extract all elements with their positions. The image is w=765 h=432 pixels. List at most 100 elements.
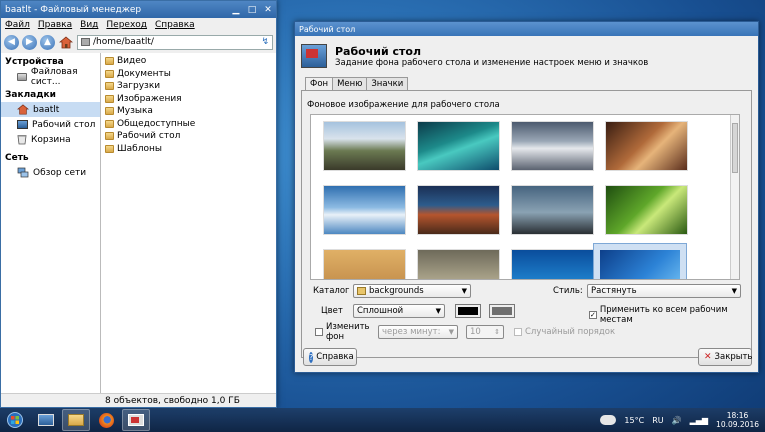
sidebar-item-network[interactable]: Обзор сети bbox=[1, 165, 100, 180]
wallpaper-thumb-selected[interactable] bbox=[593, 243, 687, 279]
forward-button[interactable]: ▶ bbox=[22, 34, 37, 50]
monitor-icon bbox=[38, 414, 54, 426]
close-icon: ✕ bbox=[704, 352, 712, 362]
window-title: baatlt - Файловый менеджер bbox=[5, 4, 142, 15]
desktop-icon bbox=[301, 44, 327, 68]
network-icon[interactable]: ▂▄▆ bbox=[690, 416, 708, 425]
wallpaper-preview bbox=[600, 250, 680, 279]
dialog-subheading: Задание фона рабочего стола и изменение … bbox=[335, 57, 649, 68]
taskbar-settings[interactable] bbox=[122, 409, 150, 431]
network-icon bbox=[17, 167, 29, 178]
sidebar-item-label: Обзор сети bbox=[33, 167, 87, 178]
clock[interactable]: 18:16 10.09.2016 bbox=[716, 411, 759, 429]
list-item[interactable]: Общедоступные bbox=[105, 118, 272, 131]
list-item[interactable]: Изображения bbox=[105, 93, 272, 106]
address-bar[interactable]: /home/baatlt/ ↯ bbox=[77, 34, 273, 50]
sidebar-item-home[interactable]: baatlt bbox=[1, 102, 100, 117]
date: 10.09.2016 bbox=[716, 420, 759, 429]
tab-menu[interactable]: Меню bbox=[332, 77, 368, 90]
apply-all-checkbox[interactable]: ✓ bbox=[589, 311, 597, 319]
chevron-down-icon: ▼ bbox=[461, 287, 467, 295]
folder-name: Общедоступные bbox=[117, 118, 196, 129]
list-item[interactable]: Шаблоны bbox=[105, 143, 272, 156]
interval-select[interactable]: через минут: ▼ bbox=[378, 325, 458, 339]
folder-icon bbox=[105, 94, 114, 103]
menu-help[interactable]: Справка bbox=[155, 20, 195, 30]
taskbar-file-manager[interactable] bbox=[62, 409, 90, 431]
weather-icon[interactable] bbox=[600, 415, 617, 425]
menu-view[interactable]: Вид bbox=[80, 20, 98, 30]
trash-icon bbox=[17, 135, 27, 145]
wallpaper-thumb[interactable] bbox=[511, 121, 594, 171]
back-button[interactable]: ◀ bbox=[4, 34, 19, 50]
interval-spinner[interactable]: 10 ⇕ bbox=[466, 325, 504, 339]
color-mode-select[interactable]: Сплошной ▼ bbox=[353, 304, 445, 318]
file-manager-titlebar[interactable]: baatlt - Файловый менеджер ▁ □ ✕ bbox=[1, 1, 276, 18]
volume-icon[interactable]: 🔊 bbox=[672, 416, 682, 425]
list-item[interactable]: Музыка bbox=[105, 105, 272, 118]
help-icon: ? bbox=[309, 351, 314, 363]
wallpaper-thumb[interactable] bbox=[323, 121, 406, 171]
dialog-header: Рабочий стол Задание фона рабочего стола… bbox=[295, 36, 758, 76]
dialog-window-title: Рабочий стол bbox=[299, 24, 356, 34]
start-button[interactable] bbox=[0, 409, 30, 431]
tab-icons[interactable]: Значки bbox=[366, 77, 409, 90]
maximize-icon[interactable]: □ bbox=[244, 2, 260, 17]
wallpaper-thumb[interactable] bbox=[323, 249, 406, 279]
help-button[interactable]: ? Справка bbox=[303, 348, 357, 366]
tab-bar: Фон Меню Значки bbox=[295, 76, 758, 90]
refresh-icon[interactable]: ↯ bbox=[261, 37, 269, 47]
wallpaper-thumb[interactable] bbox=[417, 185, 500, 235]
sidebar-item-desktop[interactable]: Рабочий стол bbox=[1, 117, 100, 132]
spinner-arrows-icon: ⇕ bbox=[494, 328, 500, 336]
home-button[interactable] bbox=[58, 35, 74, 50]
taskbar: 15°C RU 🔊 ▂▄▆ 18:16 10.09.2016 bbox=[0, 408, 765, 432]
random-order-checkbox[interactable] bbox=[514, 328, 522, 336]
arrow-right-icon: ▶ bbox=[26, 37, 33, 47]
catalog-select[interactable]: backgrounds ▼ bbox=[353, 284, 471, 298]
close-button[interactable]: ✕ Закрыть bbox=[698, 348, 752, 366]
color-mode-value: Сплошной bbox=[357, 306, 404, 316]
catalog-value: backgrounds bbox=[369, 286, 424, 296]
close-icon[interactable]: ✕ bbox=[260, 2, 276, 17]
wallpaper-thumb[interactable] bbox=[417, 249, 500, 279]
menu-go[interactable]: Переход bbox=[106, 20, 147, 30]
menu-file[interactable]: Файл bbox=[5, 20, 30, 30]
sidebar-item-filesystem[interactable]: Файловая сист... bbox=[1, 67, 100, 87]
system-tray: 15°C RU 🔊 ▂▄▆ 18:16 10.09.2016 bbox=[600, 411, 765, 429]
wallpaper-thumb[interactable] bbox=[417, 121, 500, 171]
folder-name: Загрузки bbox=[117, 81, 161, 92]
list-item[interactable]: Документы bbox=[105, 68, 272, 81]
folder-name: Видео bbox=[117, 56, 147, 67]
tab-background[interactable]: Фон bbox=[305, 77, 334, 90]
folder-icon bbox=[105, 57, 114, 66]
wallpaper-thumb[interactable] bbox=[511, 249, 594, 279]
style-select[interactable]: Растянуть ▼ bbox=[587, 284, 741, 298]
list-item[interactable]: Рабочий стол bbox=[105, 130, 272, 143]
gallery-scrollbar[interactable] bbox=[730, 115, 739, 279]
taskbar-desktop[interactable] bbox=[32, 409, 60, 431]
wallpaper-thumb[interactable] bbox=[605, 185, 688, 235]
change-bg-checkbox[interactable] bbox=[315, 328, 323, 336]
sidebar-item-trash[interactable]: Корзина bbox=[1, 132, 100, 147]
up-button[interactable]: ▲ bbox=[40, 34, 55, 50]
wallpaper-thumb[interactable] bbox=[511, 185, 594, 235]
taskbar-firefox[interactable] bbox=[92, 409, 120, 431]
folder-icon bbox=[105, 69, 114, 78]
list-item[interactable]: Видео bbox=[105, 55, 272, 68]
wallpaper-gallery[interactable] bbox=[310, 114, 740, 280]
dialog-titlebar[interactable]: Рабочий стол bbox=[295, 22, 758, 36]
color-label: Цвет bbox=[321, 306, 343, 316]
wallpaper-thumb[interactable] bbox=[323, 185, 406, 235]
random-order-label: Случайный порядок bbox=[525, 327, 616, 337]
list-item[interactable]: Загрузки bbox=[105, 80, 272, 93]
minimize-icon[interactable]: ▁ bbox=[228, 2, 244, 17]
scrollbar-thumb[interactable] bbox=[732, 123, 738, 173]
menu-edit[interactable]: Правка bbox=[38, 20, 72, 30]
folder-icon bbox=[105, 132, 114, 141]
desktop-settings-dialog: Рабочий стол Рабочий стол Задание фона р… bbox=[294, 21, 759, 373]
language-indicator[interactable]: RU bbox=[652, 416, 663, 425]
wallpaper-thumb[interactable] bbox=[605, 121, 688, 171]
color2-button[interactable] bbox=[489, 304, 515, 318]
color1-button[interactable] bbox=[455, 304, 481, 318]
